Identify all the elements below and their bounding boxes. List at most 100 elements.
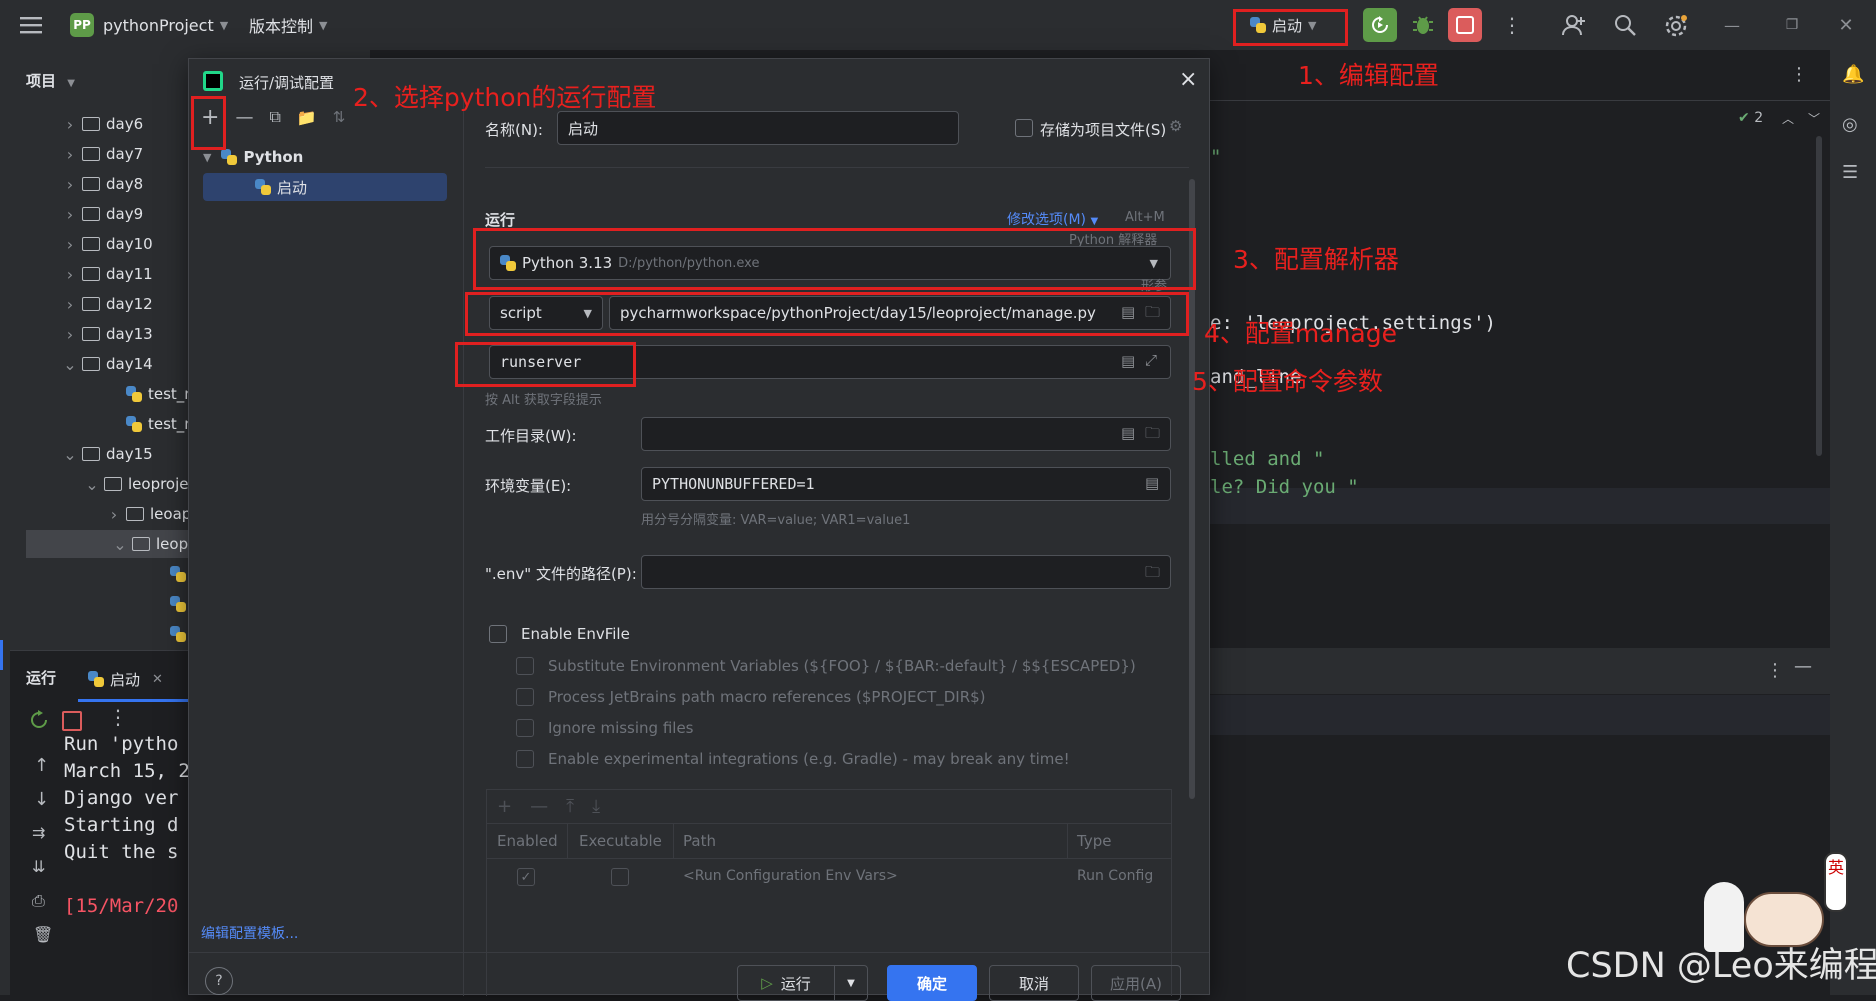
chevron-down-icon[interactable]: ⌄ <box>62 445 78 464</box>
stop-icon[interactable] <box>62 711 82 731</box>
vcs-menu[interactable]: 版本控制 ▼ <box>249 0 327 50</box>
rerun-icon[interactable] <box>28 709 50 731</box>
remove-icon[interactable]: — <box>235 107 253 128</box>
add-user-icon[interactable] <box>1562 13 1586 37</box>
store-as-file-checkbox[interactable] <box>1015 119 1033 137</box>
more-actions-icon[interactable]: ⋮ <box>1790 64 1808 85</box>
remove-icon[interactable]: — <box>530 796 548 817</box>
project-name: pythonProject <box>103 15 214 35</box>
run-tab[interactable]: 启动 ✕ <box>78 659 194 702</box>
envfile-option-checkbox[interactable] <box>516 750 534 768</box>
settings-gear-icon[interactable] <box>1663 13 1689 39</box>
stop-button[interactable] <box>1448 8 1482 42</box>
more-actions-icon[interactable]: ⋮ <box>108 705 128 729</box>
restore-button[interactable]: ❐ <box>1772 0 1812 50</box>
scroll-to-end-icon[interactable]: ⇊ <box>32 857 45 876</box>
move-up-icon[interactable]: ⤒ <box>566 796 574 817</box>
print-icon[interactable]: ⎙ <box>32 891 45 911</box>
table-row[interactable]: ✓ <Run Configuration Env Vars> Run Confi… <box>487 858 1171 894</box>
chevron-right-icon[interactable]: › <box>62 145 78 164</box>
annotation-box-2 <box>191 96 226 150</box>
close-icon[interactable]: ✕ <box>152 672 163 687</box>
rerun-button[interactable] <box>1363 8 1397 42</box>
cancel-button[interactable]: 取消 <box>989 965 1079 1001</box>
help-button[interactable]: ? <box>205 967 233 995</box>
run-dropdown-button[interactable]: ▼ <box>834 965 868 1001</box>
close-window-button[interactable]: ✕ <box>1826 0 1866 50</box>
project-panel-title[interactable]: 项目 ▼ <box>26 70 75 91</box>
chevron-right-icon[interactable]: › <box>62 205 78 224</box>
modify-options-shortcut: Alt+M <box>1125 210 1165 225</box>
project-switcher[interactable]: PP pythonProject ▼ <box>70 0 228 50</box>
new-folder-icon[interactable]: 📁 <box>297 108 317 127</box>
chevron-right-icon[interactable]: › <box>62 295 78 314</box>
arrow-up-icon[interactable]: ↑ <box>34 755 49 776</box>
env-hint: 用分号分隔变量: VAR=value; VAR1=value1 <box>641 513 911 528</box>
ok-button[interactable]: 确定 <box>887 965 977 1001</box>
chevron-down-icon[interactable]: ⌄ <box>84 475 100 494</box>
chevron-right-icon[interactable]: › <box>62 115 78 134</box>
name-label: 名称(N): <box>485 121 543 139</box>
add-icon[interactable]: + <box>497 796 512 817</box>
envfile-option-checkbox[interactable] <box>516 688 534 706</box>
expand-text-icon[interactable]: ▤ <box>1121 352 1141 372</box>
code-line: lled and " <box>1210 448 1325 470</box>
chevron-right-icon[interactable]: › <box>62 325 78 344</box>
gear-icon[interactable]: ⚙ <box>1169 117 1182 135</box>
workdir-input[interactable] <box>641 417 1171 451</box>
editor-scrollbar[interactable] <box>1816 136 1822 456</box>
move-down-icon[interactable]: ⤓ <box>592 796 600 817</box>
arrow-down-icon[interactable]: ↓ <box>34 789 49 810</box>
dotenv-input[interactable] <box>641 555 1171 589</box>
edit-templates-link[interactable]: 编辑配置模板... <box>201 923 298 943</box>
column-path: Path <box>683 832 716 850</box>
chevron-right-icon[interactable]: › <box>62 175 78 194</box>
copy-icon[interactable]: ⧉ <box>269 107 280 127</box>
enable-envfile-checkbox[interactable] <box>489 625 507 643</box>
folder-icon[interactable]: 🗀 <box>1145 423 1165 443</box>
dotenv-label: ".env" 文件的路径(P): <box>485 565 637 583</box>
expand-icon[interactable]: ⤢ <box>1145 351 1165 371</box>
expand-text-icon[interactable]: ▤ <box>1121 424 1141 444</box>
python-icon <box>88 671 104 687</box>
more-actions-icon[interactable]: ⋮ <box>1766 660 1784 681</box>
inspection-widget[interactable]: ✔ 2 <box>1738 110 1763 126</box>
env-vars-input[interactable]: PYTHONUNBUFFERED=1 <box>641 467 1171 501</box>
chevron-right-icon[interactable]: › <box>62 235 78 254</box>
expand-text-icon[interactable]: ▤ <box>1145 474 1165 494</box>
database-icon[interactable]: ☰ <box>1842 162 1858 183</box>
chevron-right-icon[interactable]: › <box>62 265 78 284</box>
notifications-bell-icon[interactable]: 🔔 <box>1842 64 1864 85</box>
minimize-button[interactable]: — <box>1712 0 1752 50</box>
column-executable: Executable <box>579 832 662 850</box>
chevron-up-icon[interactable]: ︿ <box>1782 110 1794 127</box>
table-header: Enabled Executable Path Type <box>487 824 1171 859</box>
row-executable-checkbox[interactable] <box>611 868 629 886</box>
tree-node-run-config[interactable]: 启动 <box>203 173 447 201</box>
folder-icon <box>104 477 122 491</box>
chevron-down-icon[interactable]: ⌄ <box>62 355 78 374</box>
sort-icon[interactable]: ⇅ <box>333 108 346 126</box>
minimize-panel-icon[interactable]: — <box>1794 656 1812 677</box>
chevron-down-icon[interactable]: ⌄ <box>112 535 128 554</box>
close-dialog-button[interactable]: × <box>1179 67 1197 92</box>
apply-button[interactable]: 应用(A) <box>1091 965 1181 1001</box>
main-menu-icon[interactable] <box>20 0 42 50</box>
chevron-right-icon[interactable]: › <box>106 505 122 524</box>
watermark: CSDN @Leo来编程 <box>1566 946 1876 986</box>
row-enabled-checkbox[interactable]: ✓ <box>517 868 535 886</box>
soft-wrap-icon[interactable]: ⇉ <box>32 823 45 842</box>
debug-button[interactable] <box>1410 12 1436 38</box>
trash-icon[interactable]: 🗑 <box>33 925 53 944</box>
chevron-down-icon[interactable]: ﹀ <box>1808 110 1820 127</box>
envfile-option-checkbox[interactable] <box>516 657 534 675</box>
name-input[interactable]: 启动 <box>557 111 959 145</box>
modify-options-link[interactable]: 修改选项(M) ▼ <box>1007 209 1098 229</box>
folder-icon[interactable]: 🗀 <box>1145 562 1165 582</box>
envfile-option-checkbox[interactable] <box>516 719 534 737</box>
search-icon[interactable] <box>1613 13 1637 37</box>
run-button[interactable]: ▷ 运行 <box>737 965 835 1001</box>
table-toolbar: + — ⤒ ⤓ <box>487 790 1171 824</box>
ai-assistant-icon[interactable]: ◎ <box>1842 114 1858 135</box>
more-actions-icon[interactable]: ⋮ <box>1502 0 1522 50</box>
